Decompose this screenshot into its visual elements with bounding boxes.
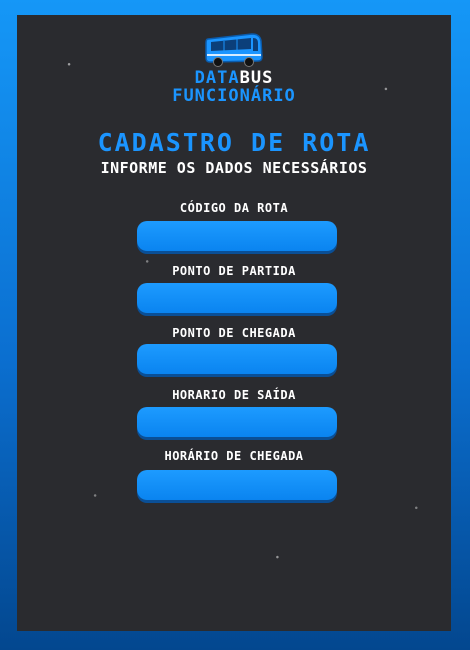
page-title: CADASTRO DE ROTA — [97, 128, 371, 157]
departure-time-label: HORARIO DE SAÍDA — [172, 388, 296, 402]
brand-word-data: DATA — [194, 68, 240, 88]
departure-time-input[interactable] — [137, 407, 337, 437]
form-card: DATABUS FUNCIONÁRIO CADASTRO DE ROTA INF… — [17, 15, 451, 631]
brand-line-1: DATABUS — [17, 69, 451, 87]
page-subtitle: INFORME OS DADOS NECESSÁRIOS — [100, 159, 368, 177]
brand-word-bus: BUS — [239, 68, 274, 88]
brand-logo: DATABUS FUNCIONÁRIO — [17, 31, 451, 106]
arrival-time-label: HORÁRIO DE CHEGADA — [164, 449, 304, 463]
bus-icon — [205, 33, 263, 67]
route-code-input[interactable] — [137, 221, 337, 251]
brand-line-2: FUNCIONÁRIO — [172, 86, 296, 106]
arrival-point-label: PONTO DE CHEGADA — [172, 326, 296, 340]
departure-point-label: PONTO DE PARTIDA — [172, 264, 296, 278]
departure-point-input[interactable] — [137, 283, 337, 313]
route-code-label: CÓDIGO DA ROTA — [179, 201, 289, 215]
arrival-point-input[interactable] — [137, 344, 337, 374]
arrival-time-input[interactable] — [137, 470, 337, 500]
